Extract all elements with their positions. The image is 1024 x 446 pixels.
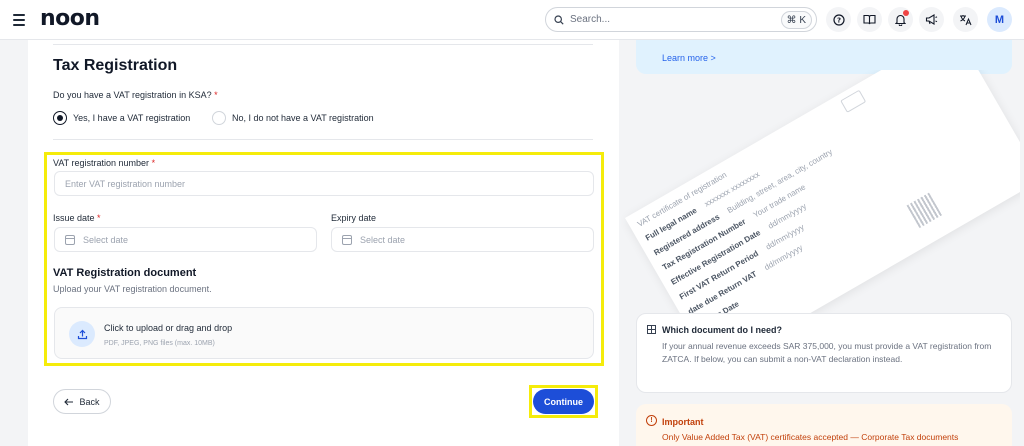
upload-icon <box>69 321 95 347</box>
docs-button[interactable] <box>857 7 882 32</box>
vat-question: Do you have a VAT registration in KSA? * <box>53 90 218 100</box>
notification-dot <box>903 10 909 16</box>
back-button-label: Back <box>79 396 100 407</box>
radio-yes-vat[interactable]: Yes, I have a VAT registration <box>53 111 190 125</box>
vat-number-field[interactable] <box>54 171 594 196</box>
radio-no-vat[interactable]: No, I do not have a VAT registration <box>212 111 374 125</box>
calendar-icon <box>342 234 352 245</box>
search-shortcut-badge: ⌘ K <box>780 11 812 29</box>
translate-icon <box>960 14 972 25</box>
expiry-date-input[interactable] <box>360 234 593 245</box>
required-marker: * <box>97 213 101 223</box>
certificate-illustration: VAT certificate of registration Full leg… <box>615 70 1020 315</box>
which-document-text: If your annual revenue exceeds SAR 375,0… <box>662 341 992 364</box>
qr-code-icon <box>906 192 943 229</box>
important-title: Important <box>662 417 704 427</box>
help-button[interactable]: ? <box>826 7 851 32</box>
issue-date-label: Issue date * <box>53 213 101 223</box>
search-box[interactable]: ⌘ K <box>545 7 817 32</box>
help-icon: ? <box>832 13 845 26</box>
important-text: Only Value Added Tax (VAT) certificates … <box>662 432 959 442</box>
radio-no-dot[interactable] <box>212 111 226 125</box>
expiry-date-label: Expiry date <box>331 213 377 223</box>
document-subtitle: Upload your VAT registration document. <box>53 284 212 294</box>
logo-text: noon <box>40 6 100 31</box>
continue-button[interactable]: Continue <box>533 389 594 414</box>
learn-more-link[interactable]: Learn more > <box>662 53 716 63</box>
hamburger-menu-icon[interactable] <box>13 11 27 29</box>
arrow-left-icon <box>64 398 74 405</box>
search-input[interactable] <box>570 14 770 25</box>
svg-text:?: ? <box>836 16 840 24</box>
upload-instruction: Click to upload or drag and drop <box>104 323 233 333</box>
language-button[interactable] <box>953 7 978 32</box>
which-document-title: Which document do I need? <box>662 325 782 335</box>
expiry-date-field[interactable] <box>331 227 594 252</box>
radio-yes-dot[interactable] <box>53 111 67 125</box>
notifications-button[interactable] <box>888 7 913 32</box>
issue-date-label-text: Issue date <box>53 213 95 223</box>
emblem-icon <box>840 89 867 113</box>
warning-icon: ! <box>646 415 657 426</box>
page-title: Tax Registration <box>53 57 178 74</box>
file-upload-dropzone[interactable]: Click to upload or drag and drop PDF, JP… <box>54 307 594 359</box>
required-marker: * <box>151 158 156 168</box>
vat-number-label: VAT registration number * <box>53 158 155 168</box>
section-divider <box>53 44 593 45</box>
back-button[interactable]: Back <box>53 389 111 414</box>
search-icon <box>554 14 564 25</box>
top-header: noon ⌘ K ? M <box>0 0 1024 40</box>
vat-number-label-text: VAT registration number <box>53 158 150 168</box>
user-avatar[interactable]: M <box>987 7 1012 32</box>
vat-question-text: Do you have a VAT registration in KSA? <box>53 90 212 100</box>
megaphone-icon <box>925 14 938 25</box>
issue-date-field[interactable] <box>54 227 317 252</box>
document-grid-icon <box>647 325 656 334</box>
certificate-paper: VAT certificate of registration Full leg… <box>625 70 1020 315</box>
noon-logo[interactable]: noon <box>40 6 100 31</box>
issue-date-input[interactable] <box>83 234 316 245</box>
upload-file-types: PDF, JPEG, PNG files (max. 10MB) <box>104 340 215 347</box>
required-marker: * <box>214 90 218 100</box>
announcements-button[interactable] <box>919 7 944 32</box>
vat-number-input[interactable] <box>65 178 593 189</box>
form-divider <box>53 139 593 140</box>
certificate-rows: Full legal name xxxxxxx xxxxxxxx Registe… <box>644 115 911 315</box>
book-icon <box>863 14 876 25</box>
calendar-icon <box>65 234 75 245</box>
document-title: VAT Registration document <box>53 267 197 279</box>
radio-no-label: No, I do not have a VAT registration <box>232 113 374 123</box>
radio-yes-label: Yes, I have a VAT registration <box>73 113 191 123</box>
